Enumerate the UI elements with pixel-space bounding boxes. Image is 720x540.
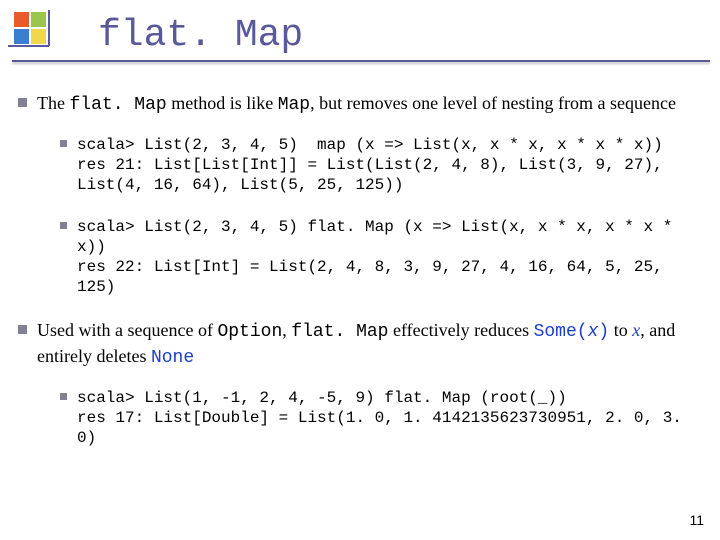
bullet-icon: [18, 325, 27, 334]
code-block-1: scala> List(2, 3, 4, 5) map (x => List(x…: [77, 135, 687, 195]
slide-title: flat. Map: [98, 14, 303, 57]
bullet-icon: [60, 140, 67, 147]
title-underline: [12, 60, 710, 62]
code-block-2: scala> List(2, 3, 4, 5) flat. Map (x => …: [77, 217, 687, 297]
bullet-2-text: Used with a sequence of Option, flat. Ma…: [37, 319, 708, 370]
code-block-3: scala> List(1, -1, 2, 4, -5, 9) flat. Ma…: [77, 388, 687, 448]
slide-content: The flat. Map method is like Map, but re…: [18, 92, 708, 448]
bullet-icon: [60, 393, 67, 400]
slide-logo: [8, 10, 56, 58]
bullet-icon: [18, 98, 27, 107]
bullet-1-text: The flat. Map method is like Map, but re…: [37, 92, 676, 117]
page-number: 11: [689, 512, 704, 528]
bullet-icon: [60, 222, 67, 229]
